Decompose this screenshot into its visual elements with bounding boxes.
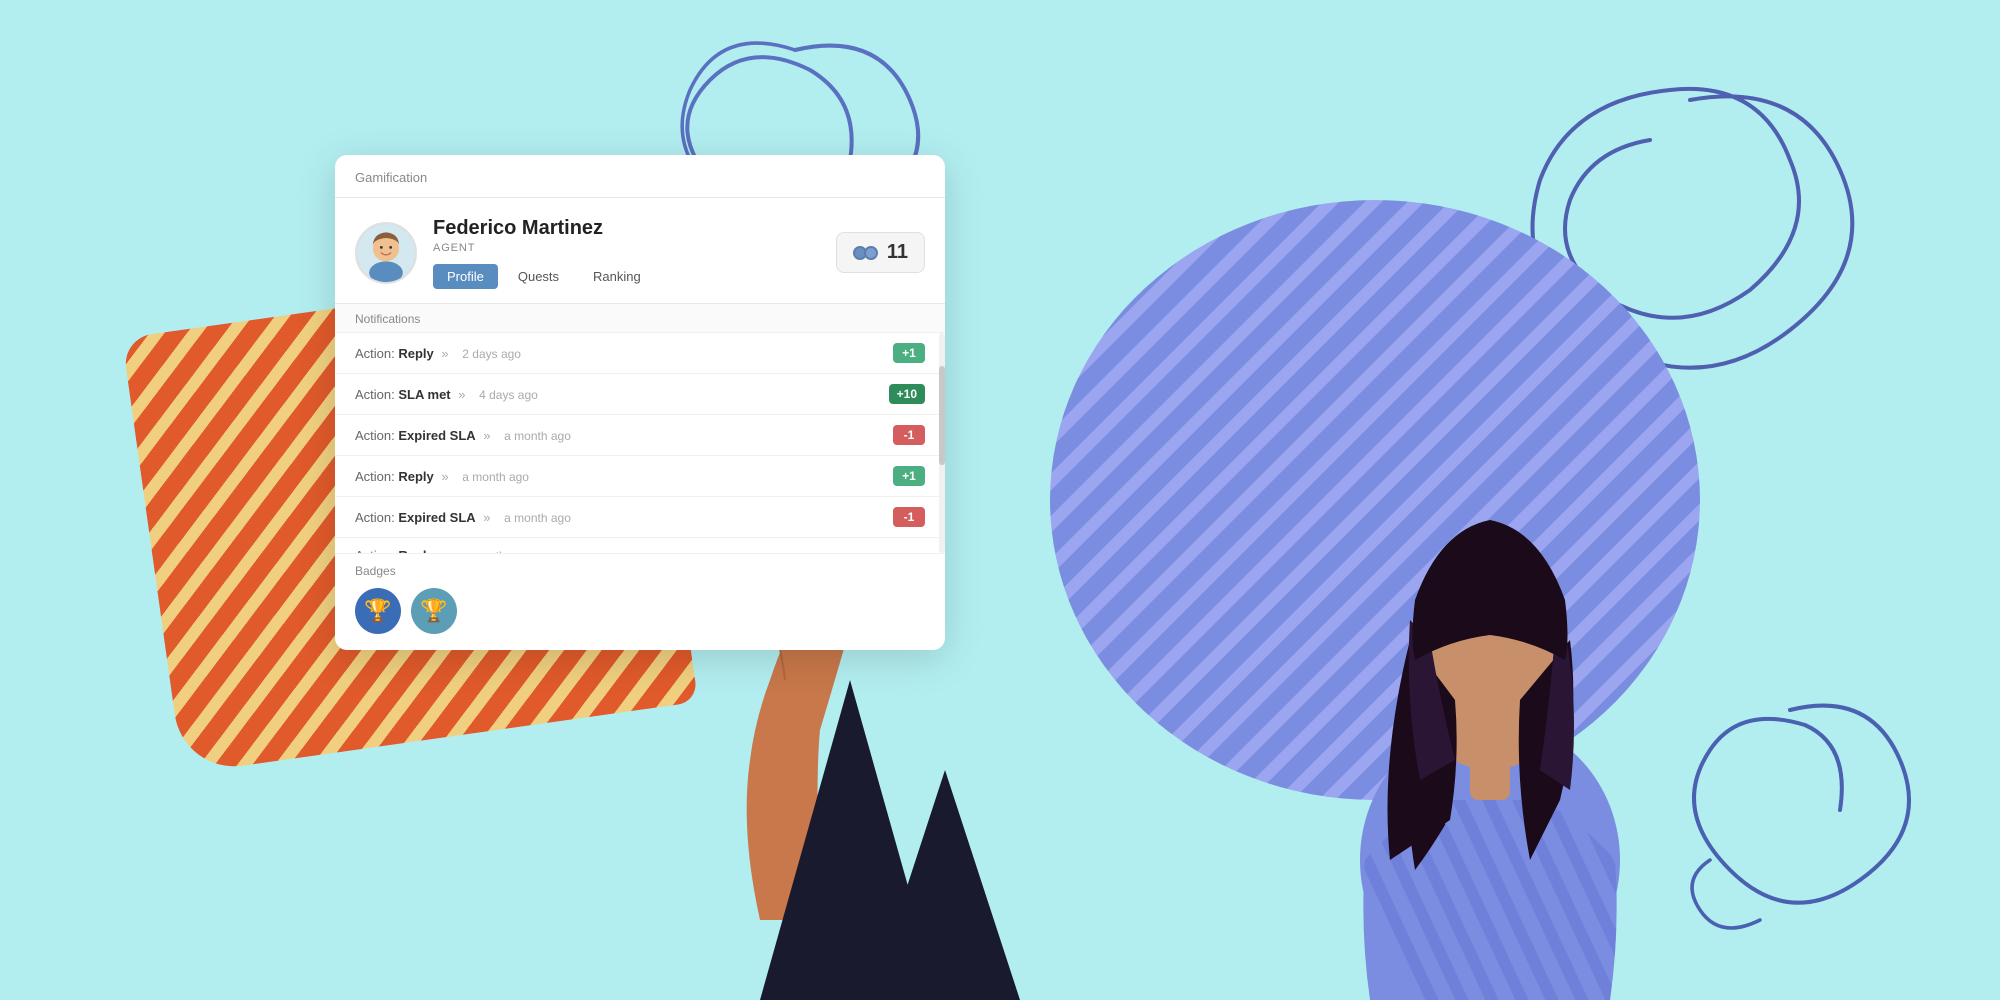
notif-text: Action: Expired SLA » a month ago bbox=[355, 428, 571, 443]
notif-text: Action: Expired SLA » a month ago bbox=[355, 510, 571, 525]
profile-role: AGENT bbox=[433, 242, 820, 254]
notif-badge: -1 bbox=[893, 507, 925, 527]
notification-row: Action: Reply » a month ago bbox=[335, 538, 945, 553]
avatar-image bbox=[357, 224, 415, 282]
notif-text: Action: Reply » a month ago bbox=[355, 469, 529, 484]
background bbox=[0, 0, 2000, 1000]
notif-text: Action: Reply » 2 days ago bbox=[355, 346, 521, 361]
scrollbar-thumb[interactable] bbox=[939, 366, 945, 465]
panel-header: Gamification bbox=[335, 155, 945, 198]
scrollbar-track[interactable] bbox=[939, 333, 945, 553]
profile-info: Federico Martinez AGENT Profile Quests R… bbox=[433, 216, 820, 289]
badge-trophy-1: 🏆 bbox=[355, 588, 401, 634]
tab-profile[interactable]: Profile bbox=[433, 264, 498, 289]
notif-text: Action: SLA met » 4 days ago bbox=[355, 387, 538, 402]
coins-badge: 11 bbox=[836, 232, 925, 273]
notification-row: Action: SLA met » 4 days ago +10 bbox=[335, 374, 945, 415]
notif-badge: -1 bbox=[893, 425, 925, 445]
notification-row: Action: Expired SLA » a month ago -1 bbox=[335, 415, 945, 456]
avatar bbox=[355, 222, 417, 284]
coins-count: 11 bbox=[887, 241, 908, 264]
coins-icon bbox=[853, 245, 879, 261]
coin-2 bbox=[864, 246, 878, 260]
gamification-panel: Gamification Federico Martinez bbox=[335, 155, 945, 650]
notif-badge: +1 bbox=[893, 343, 925, 363]
profile-section: Federico Martinez AGENT Profile Quests R… bbox=[335, 198, 945, 304]
notif-badge: +1 bbox=[893, 466, 925, 486]
notification-row: Action: Reply » a month ago +1 bbox=[335, 456, 945, 497]
notif-badge: +10 bbox=[889, 384, 925, 404]
badges-section: Badges 🏆 🏆 bbox=[335, 553, 945, 650]
tab-ranking[interactable]: Ranking bbox=[579, 264, 655, 289]
notification-row: Action: Expired SLA » a month ago -1 bbox=[335, 497, 945, 538]
badges-row: 🏆 🏆 bbox=[355, 588, 925, 634]
notif-text: Action: Reply » a month ago bbox=[355, 548, 529, 553]
panel-title: Gamification bbox=[355, 170, 427, 185]
notifications-list: Action: Reply » 2 days ago +1 Action: SL… bbox=[335, 333, 945, 553]
character-illustration bbox=[1260, 280, 1720, 1000]
notification-row: Action: Reply » 2 days ago +1 bbox=[335, 333, 945, 374]
tab-quests[interactable]: Quests bbox=[504, 264, 573, 289]
badges-label: Badges bbox=[355, 564, 925, 578]
profile-name: Federico Martinez bbox=[433, 216, 820, 240]
profile-tabs: Profile Quests Ranking bbox=[433, 264, 820, 289]
mountain-right bbox=[870, 770, 1020, 1000]
notifications-label: Notifications bbox=[335, 304, 945, 333]
badge-trophy-2: 🏆 bbox=[411, 588, 457, 634]
